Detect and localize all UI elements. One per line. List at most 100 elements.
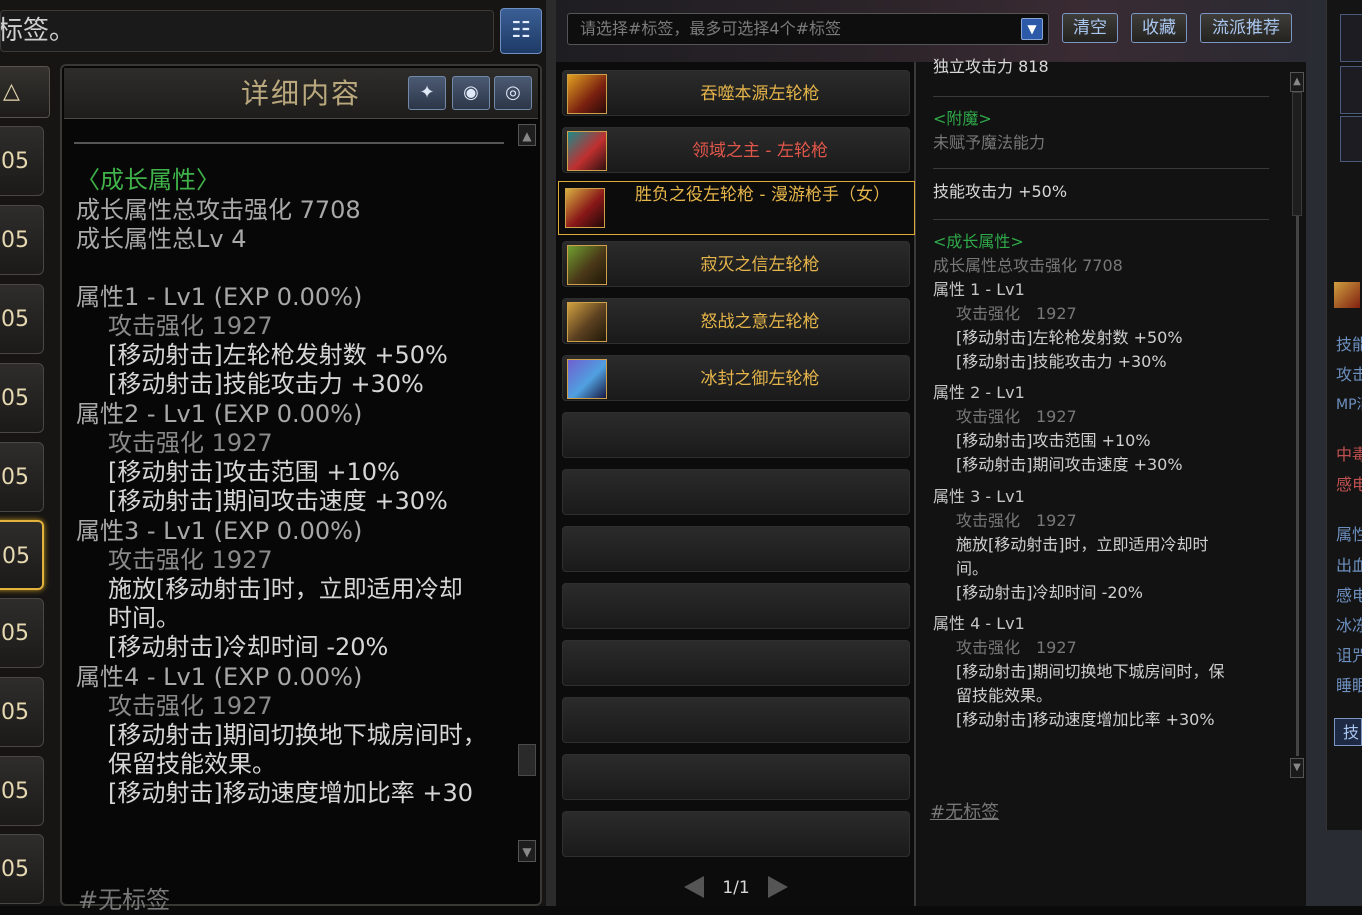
attr2-line: 攻击强化 1927 bbox=[108, 429, 273, 457]
side-tab[interactable]: 05 bbox=[0, 834, 44, 904]
tag-input[interactable]: 标签。 bbox=[0, 10, 494, 52]
scroll-down-button[interactable]: ▼ bbox=[1290, 758, 1304, 778]
attr3-line: [移动射击]冷却时间 -20% bbox=[956, 583, 1143, 602]
side-tab-active[interactable]: 05 bbox=[0, 520, 44, 590]
revolver-icon bbox=[567, 359, 607, 399]
slot-icon[interactable] bbox=[1340, 66, 1362, 114]
list-item[interactable]: 冰封之御左轮枪 bbox=[562, 355, 910, 401]
growth-title: <成长属性> bbox=[933, 232, 1024, 251]
enchant-title: <附魔> bbox=[933, 109, 992, 128]
empty-slot[interactable] bbox=[562, 754, 910, 800]
attr4-line: [移动射击]期间切换地下城房间时，保 bbox=[956, 662, 1225, 681]
tag-select[interactable]: 请选择#标签，最多可选择4个#标签 bbox=[567, 13, 1049, 45]
favorite-button[interactable]: 收藏 bbox=[1131, 13, 1187, 43]
list-item[interactable]: 寂灭之信左轮枪 bbox=[562, 241, 910, 287]
list-item[interactable]: 领域之主 - 左轮枪 bbox=[562, 127, 910, 173]
attr2-line: [移动射击]期间攻击速度 +30% bbox=[108, 487, 448, 515]
empty-slot[interactable] bbox=[562, 469, 910, 515]
attr3-title: 属性 3 - Lv1 bbox=[933, 487, 1025, 506]
divider bbox=[933, 219, 1269, 220]
item-label: 寂灭之信左轮枪 bbox=[700, 255, 820, 275]
revolver-icon bbox=[565, 188, 605, 228]
sort-tab[interactable]: △ bbox=[0, 66, 50, 118]
scroll-up-button[interactable]: ▲ bbox=[1290, 72, 1304, 92]
attr3-line: 攻击强化 1927 bbox=[108, 546, 273, 574]
empty-slot[interactable] bbox=[562, 526, 910, 572]
attr4-line: [移动射击]移动速度增加比率 +30% bbox=[956, 710, 1215, 729]
divider bbox=[933, 168, 1269, 169]
slot-icon[interactable] bbox=[1340, 116, 1362, 162]
scrollbar-thumb[interactable] bbox=[518, 744, 536, 776]
item-label: 吞噬本源左轮枪 bbox=[700, 84, 820, 104]
skill-button[interactable]: 技 bbox=[1334, 718, 1362, 746]
side-text: 属性 bbox=[1336, 525, 1362, 544]
side-text: 冰冻 bbox=[1336, 616, 1362, 635]
list-item[interactable]: 怒战之意左轮枪 bbox=[562, 298, 910, 344]
enchant-none: 未赋予魔法能力 bbox=[933, 133, 1046, 152]
side-tab[interactable]: 05 bbox=[0, 598, 44, 668]
tag-link[interactable]: #无标签 bbox=[930, 798, 999, 824]
attr3-line: 施放[移动射击]时，立即适用冷却时 bbox=[956, 535, 1209, 554]
side-text: 出血 bbox=[1336, 556, 1362, 575]
scroll-down-button[interactable]: ▼ bbox=[518, 840, 536, 862]
prev-page-button[interactable] bbox=[684, 876, 704, 898]
revolver-icon bbox=[567, 74, 607, 114]
item-label: 胜负之役左轮枪 - 漫游枪手（女） bbox=[635, 185, 890, 205]
scrollbar-thumb[interactable] bbox=[1292, 92, 1302, 216]
slot-icon[interactable] bbox=[1340, 14, 1362, 62]
attr4-line: [移动射击]期间切换地下城房间时， bbox=[108, 721, 487, 749]
location-icon[interactable]: ◉ bbox=[452, 76, 490, 110]
divider bbox=[933, 96, 1269, 97]
empty-slot[interactable] bbox=[562, 697, 910, 743]
attr1-line: [移动射击]技能攻击力 +30% bbox=[108, 370, 424, 398]
list-item-selected[interactable]: 胜负之役左轮枪 - 漫游枪手（女） bbox=[558, 181, 915, 235]
side-text: 技能 bbox=[1336, 335, 1362, 354]
side-text: MP消 bbox=[1336, 397, 1362, 413]
next-page-button[interactable] bbox=[768, 876, 788, 898]
filter-icon[interactable]: ✦ bbox=[408, 76, 446, 110]
growth-total-attack: 成长属性总攻击强化 7708 bbox=[76, 196, 361, 224]
revolver-icon bbox=[567, 302, 607, 342]
attr4-line: [移动射击]移动速度增加比率 +30 bbox=[108, 779, 474, 807]
side-text: 感电 bbox=[1336, 475, 1362, 494]
revolver-icon bbox=[567, 245, 607, 285]
side-tab[interactable]: 05 bbox=[0, 756, 44, 826]
side-text: 感电 bbox=[1336, 586, 1362, 605]
page-indicator: 1/1 bbox=[722, 878, 750, 898]
empty-slot[interactable] bbox=[562, 811, 910, 857]
side-text: 睡眠 bbox=[1336, 676, 1362, 695]
side-tab[interactable]: 05 bbox=[0, 126, 44, 196]
item-label: 冰封之御左轮枪 bbox=[700, 369, 820, 389]
attr1-line: [移动射击]左轮枪发射数 +50% bbox=[956, 328, 1183, 347]
empty-slot[interactable] bbox=[562, 640, 910, 686]
side-tab[interactable]: 05 bbox=[0, 284, 44, 354]
item-label: 领域之主 - 左轮枪 bbox=[692, 141, 828, 161]
scrollbar-track[interactable] bbox=[1296, 216, 1299, 756]
side-tab[interactable]: 05 bbox=[0, 442, 44, 512]
scroll-up-button[interactable]: ▲ bbox=[518, 124, 536, 146]
chevron-down-icon[interactable]: ▼ bbox=[1021, 18, 1043, 40]
revolver-icon bbox=[567, 131, 607, 171]
empty-slot[interactable] bbox=[562, 583, 910, 629]
recommend-button[interactable]: 流派推荐 bbox=[1200, 13, 1292, 43]
list-filter-icon[interactable]: ☷ bbox=[500, 8, 542, 54]
attr2-line: [移动射击]攻击范围 +10% bbox=[108, 458, 400, 486]
independent-attack: 独立攻击力 818 bbox=[933, 58, 1049, 76]
attr1-line: 攻击强化 1927 bbox=[108, 312, 273, 340]
eye-icon[interactable]: ◎ bbox=[494, 76, 532, 110]
list-item[interactable]: 吞噬本源左轮枪 bbox=[562, 70, 910, 116]
empty-slot[interactable] bbox=[562, 412, 910, 458]
attr1-line: [移动射击]左轮枪发射数 +50% bbox=[108, 341, 448, 369]
side-tab[interactable]: 05 bbox=[0, 677, 44, 747]
clear-button[interactable]: 清空 bbox=[1062, 13, 1118, 43]
skill-attack: 技能攻击力 +50% bbox=[933, 182, 1068, 201]
attr3-line: [移动射击]冷却时间 -20% bbox=[108, 633, 389, 661]
side-tab[interactable]: 05 bbox=[0, 363, 44, 433]
growth-total: 成长属性总攻击强化 7708 bbox=[933, 256, 1123, 275]
side-text: 诅咒 bbox=[1336, 646, 1362, 665]
side-tab[interactable]: 05 bbox=[0, 205, 44, 275]
attr3-line: 攻击强化 1927 bbox=[956, 511, 1077, 530]
attr2-title: 属性2 - Lv1 (EXP 0.00%) bbox=[76, 400, 363, 428]
attr4-line: 攻击强化 1927 bbox=[108, 692, 273, 720]
side-text: 攻击 bbox=[1336, 365, 1362, 384]
